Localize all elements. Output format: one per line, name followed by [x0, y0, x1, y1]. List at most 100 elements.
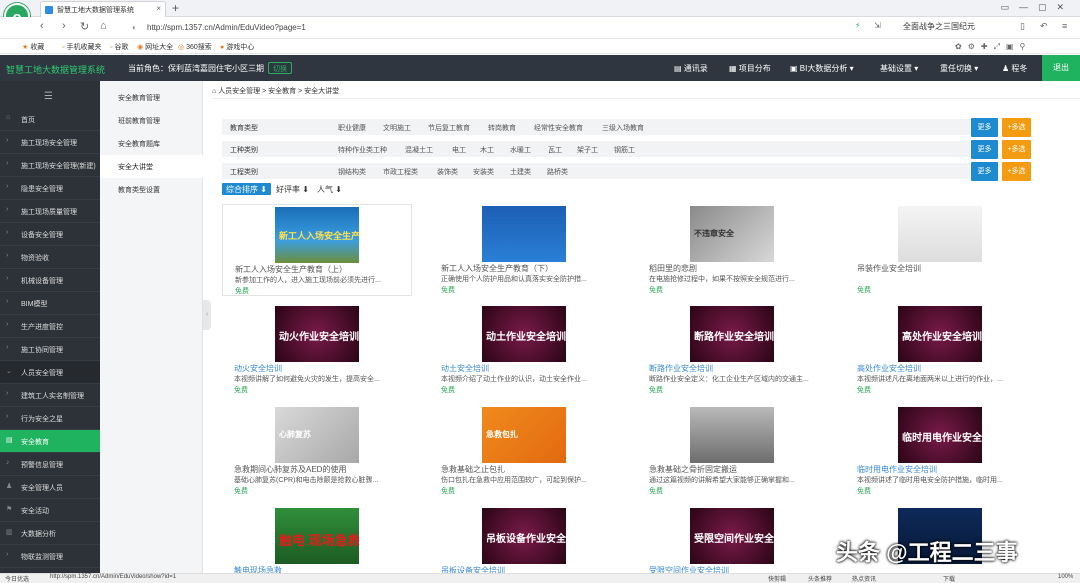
sidebar-item[interactable]: ♟ 安全管理人员 — [0, 476, 100, 499]
search-box[interactable]: 全面战争之三国纪元 — [903, 21, 975, 32]
sidebar-item[interactable]: ▥ 大数据分析 — [0, 522, 100, 545]
reader-icon[interactable]: ⇲ — [874, 21, 881, 30]
filter-option[interactable]: 市政工程类 — [383, 167, 418, 177]
filter-option[interactable]: 节后复工教育 — [428, 123, 470, 133]
video-card[interactable]: 高处作业安全培训 高处作业安全培训 本视频讲述凡在离地面两米以上进行的作业，... 免… — [845, 304, 1035, 396]
header-bi[interactable]: ▣ BI大数据分析 ▾ — [790, 63, 854, 74]
sidebar-item[interactable]: ⚑ 安全活动 — [0, 499, 100, 522]
sidebar-item[interactable]: ⌂ 首页 — [0, 108, 100, 131]
sidebar-item[interactable]: › 隐患安全管理 — [0, 177, 100, 200]
multi-select-button[interactable]: +多选 — [1002, 140, 1031, 159]
video-card[interactable]: 急救基础之骨折固定搬运 通过这篇视频的讲解希望大家能够正确掌握和... 免费 — [637, 405, 827, 497]
bookmark-360[interactable]: ◎ 360搜索 — [178, 42, 212, 52]
multi-select-button[interactable]: +多选 — [1002, 118, 1031, 137]
video-title[interactable]: 急救期间心肺复苏及AED的使用 — [234, 464, 409, 475]
reload-icon[interactable]: ↻ — [80, 20, 89, 33]
sidebar-item[interactable]: › 施工协同管理 — [0, 338, 100, 361]
video-thumbnail[interactable] — [898, 206, 982, 262]
video-title[interactable]: 吊装作业安全培训 — [857, 263, 1032, 274]
sort-option[interactable]: 好评率 ⬇ — [272, 183, 313, 195]
filter-option[interactable]: 安装类 — [473, 167, 494, 177]
status-quick-edit[interactable]: 快剪辑 — [768, 574, 786, 583]
submenu-item[interactable]: 班前教育管理 — [100, 109, 203, 132]
video-title[interactable]: 新工人入场安全生产教育（上） — [235, 264, 410, 275]
status-zoom[interactable]: 100% — [1058, 574, 1073, 580]
video-title[interactable]: 动土安全培训 — [441, 363, 616, 374]
video-card[interactable]: 新工人入场安全生产教育新工人入场安全生产教育（上） 新参加工作的人，进入施工现场前… — [222, 204, 412, 296]
filter-option[interactable]: 木工 — [480, 145, 494, 155]
sort-option[interactable]: 人气 ⬇ — [313, 183, 346, 195]
video-thumbnail[interactable]: 新工人入场安全生产教育 — [275, 207, 359, 263]
video-thumbnail[interactable]: 动土作业安全培训 — [482, 306, 566, 362]
back-icon[interactable]: ‹ — [40, 20, 44, 32]
status-today[interactable]: 今日优选 — [5, 574, 29, 583]
video-thumbnail[interactable]: 触电 现场急救 — [275, 508, 359, 564]
speed-mode-icon[interactable]: ⚡ — [855, 21, 861, 30]
sidebar-item[interactable]: › 物资验收 — [0, 246, 100, 269]
video-thumbnail[interactable]: 吊板设备作业安全培训 — [482, 508, 566, 564]
sidebar-item[interactable]: ⌄ 人员安全管理 — [0, 361, 100, 384]
video-card[interactable]: 心肺复苏 急救期间心肺复苏及AED的使用 基础心肺复苏(CPR)和电击除颤是抢救心脏… — [222, 405, 412, 497]
sidebar-item[interactable]: › 施工现场安全管理(新建) — [0, 154, 100, 177]
video-thumbnail[interactable] — [690, 407, 774, 463]
video-card[interactable]: 吊板设备作业安全培训吊板设备安全培训 — [429, 506, 619, 583]
sidebar-item[interactable]: › 施工现场质量管理 — [0, 200, 100, 223]
video-thumbnail[interactable]: 不违章安全 — [690, 206, 774, 262]
video-title[interactable]: 断路作业安全培训 — [649, 363, 824, 374]
sidebar-item[interactable]: › 生产进度管控 — [0, 315, 100, 338]
sidebar-item[interactable]: › 建筑工人实名制管理 — [0, 384, 100, 407]
sidebar-item[interactable]: › 行为安全之星 — [0, 407, 100, 430]
filter-option[interactable]: 钢结构类 — [338, 167, 366, 177]
tab-close-icon[interactable]: × — [156, 4, 161, 13]
video-card[interactable]: 新工人入场安全生产教育（下） 正确使用个人防护用品和认真落实安全防护措... 免费 — [429, 204, 619, 296]
video-thumbnail[interactable]: 急救包扎 — [482, 407, 566, 463]
filter-option[interactable]: 职业健康 — [338, 123, 366, 133]
bookmark-mobile[interactable]: ▫ 手机收藏夹 — [62, 42, 101, 52]
submenu-item[interactable]: 教育类型设置 — [100, 178, 203, 201]
bookmark-hao[interactable]: ◉ 网址大全 — [137, 42, 173, 52]
video-title[interactable]: 临时用电作业安全培训 — [857, 464, 1032, 475]
video-card[interactable]: 不违章安全 稻田里的悲剧 在电施抢修过程中，如果不按照安全规范进行... 免费 — [637, 204, 827, 296]
new-tab-button[interactable]: + — [172, 1, 179, 15]
multi-select-button[interactable]: +多选 — [1002, 162, 1031, 181]
video-card[interactable]: 受限空间作业安全培训受限空间作业安全培训 — [637, 506, 827, 583]
bookmark-google[interactable]: ▫ 谷歌 — [110, 42, 128, 52]
filter-option[interactable]: 水暖工 — [510, 145, 531, 155]
video-title[interactable]: 稻田里的悲剧 — [649, 263, 824, 274]
video-card[interactable]: 吊装作业安全培训 免费 — [845, 204, 1035, 296]
switch-role-button[interactable]: 切换 — [268, 62, 292, 74]
video-thumbnail[interactable] — [482, 206, 566, 262]
video-thumbnail[interactable]: 断路作业安全培训 — [690, 306, 774, 362]
home-browser-icon[interactable]: ⌂ — [100, 20, 107, 32]
sidebar-item[interactable]: ▤ 安全教育 — [0, 430, 100, 453]
address-bar[interactable]: ◐ http://spm.1357.cn/Admin/EduVideo?page… — [130, 20, 890, 36]
filter-option[interactable]: 混凝土工 — [405, 145, 433, 155]
video-card[interactable]: 临时用电作业安全培训临时用电作业安全培训本视频讲述了临时用电安全防护措施，临时用… — [845, 405, 1035, 497]
header-settings[interactable]: 基础设置 ▾ — [880, 63, 918, 74]
video-thumbnail[interactable]: 高处作业安全培训 — [898, 306, 982, 362]
sidebar-item[interactable]: › BIM模型 — [0, 292, 100, 315]
sidebar-item[interactable]: › 物联监测管理 — [0, 545, 100, 568]
filter-option[interactable]: 三级入场教育 — [602, 123, 644, 133]
video-title[interactable]: 高处作业安全培训 — [857, 363, 1032, 374]
browser-tools[interactable]: ✿⚙✚⤢▣⚲ — [955, 42, 1031, 52]
video-thumbnail[interactable]: 临时用电作业安全培训 — [898, 407, 982, 463]
header-user[interactable]: ♟ 程冬 — [1002, 63, 1027, 74]
filter-option[interactable]: 路桥类 — [547, 167, 568, 177]
sidebar-item[interactable]: › 设备安全管理 — [0, 223, 100, 246]
video-card[interactable]: 动火作业安全培训 动火安全培训 本视频讲解了如何避免火灾的发生，提高安全... 免费 — [222, 304, 412, 396]
video-card[interactable]: 急救包扎 急救基础之止包扎 伤口包扎在急救中应用范围较广，可起到保护... 免费 — [429, 405, 619, 497]
filter-option[interactable]: 钢筋工 — [614, 145, 635, 155]
filter-option[interactable]: 瓦工 — [548, 145, 562, 155]
menu-icon[interactable]: ≡ — [1062, 21, 1067, 31]
video-thumbnail[interactable]: 心肺复苏 — [275, 407, 359, 463]
collapse-handle[interactable]: ‹ — [203, 300, 211, 330]
video-title[interactable]: 动火安全培训 — [234, 363, 409, 374]
status-news[interactable]: 热点资讯 — [852, 574, 876, 583]
phone-icon[interactable]: ▯ — [1020, 21, 1025, 32]
video-title[interactable]: 急救基础之骨折固定搬运 — [649, 464, 824, 475]
header-contacts[interactable]: ▤ 通讯录 — [674, 63, 708, 74]
bookmark-favorites[interactable]: ★ 收藏 — [22, 42, 44, 52]
sidebar-item[interactable]: › 施工现场安全管理 — [0, 131, 100, 154]
video-title[interactable]: 急救基础之止包扎 — [441, 464, 616, 475]
